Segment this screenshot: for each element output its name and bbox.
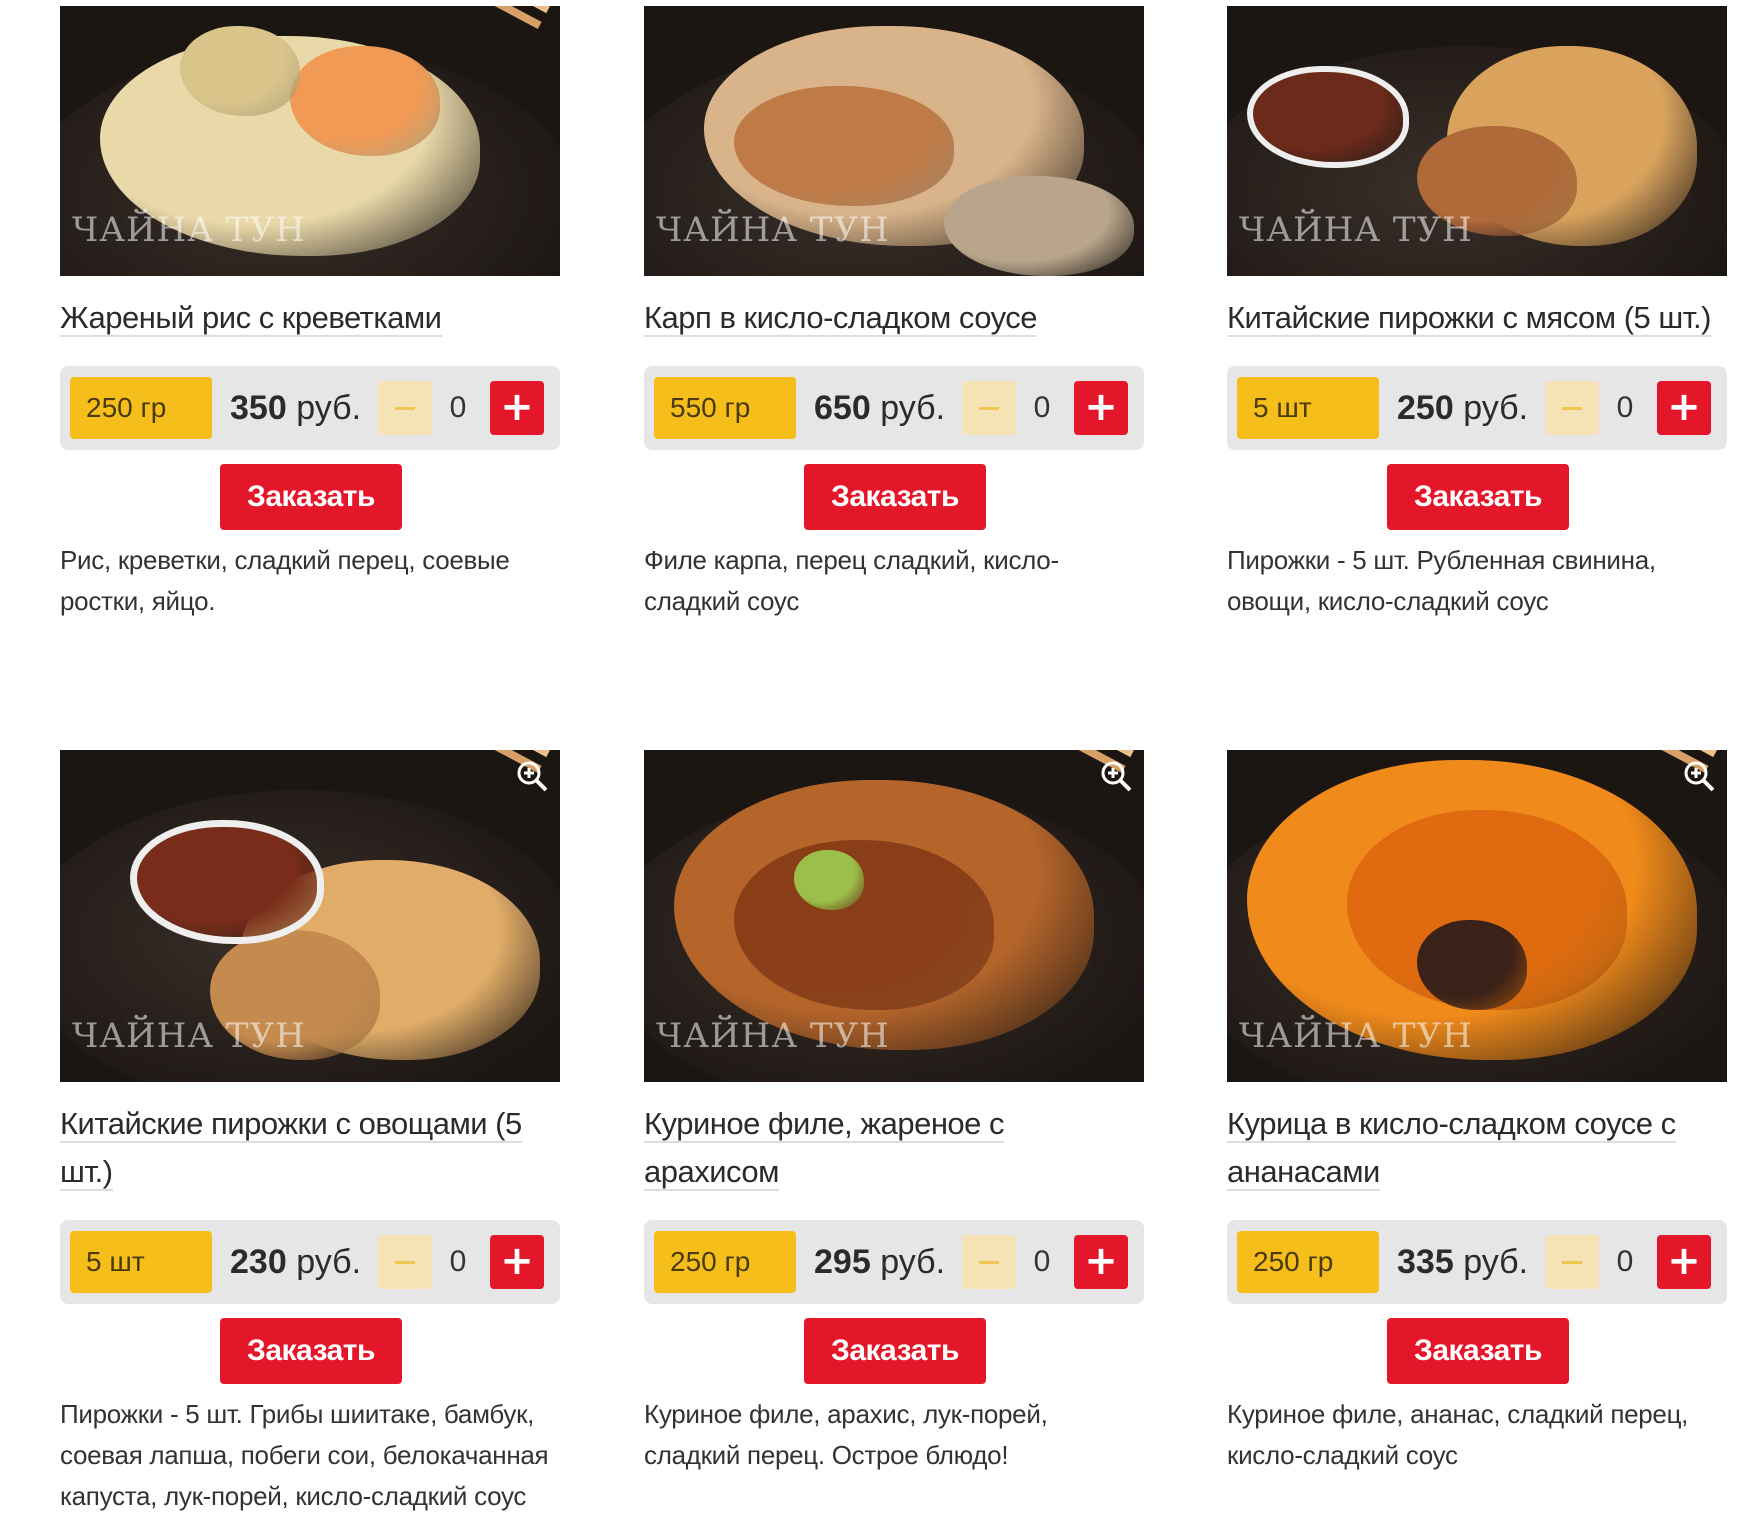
restaurant-logo: ЧАЙНА ТУН bbox=[72, 1016, 306, 1056]
quantity-value[interactable]: 0 bbox=[1016, 381, 1068, 435]
order-button[interactable]: Заказать bbox=[804, 464, 986, 530]
product-card: ЧАЙНА ТУН Жареный рис с креветками 250 г… bbox=[60, 6, 560, 616]
product-description: Пирожки - 5 шт. Грибы шиитаке, бамбук, с… bbox=[60, 1399, 549, 1511]
price-currency: руб. bbox=[880, 1243, 946, 1281]
zoom-icon[interactable] bbox=[1098, 758, 1134, 794]
product-card: ЧАЙНА ТУН Китайские пирожки с овощами (5… bbox=[60, 750, 560, 1511]
price-currency: руб. bbox=[1463, 389, 1529, 427]
decrease-quantity-button[interactable] bbox=[1545, 381, 1599, 435]
price-value: 350 bbox=[230, 389, 287, 427]
product-description: Филе карпа, перец сладкий, кисло-сладкий… bbox=[644, 545, 1059, 616]
order-button[interactable]: Заказать bbox=[1387, 464, 1569, 530]
price-bar: 5 шт 230 руб. 0 + bbox=[60, 1220, 560, 1304]
product-photo[interactable]: ЧАЙНА ТУН bbox=[1227, 6, 1727, 276]
product-description: Рис, креветки, сладкий перец, соевые рос… bbox=[60, 545, 510, 616]
price: 650 руб. bbox=[814, 377, 945, 439]
price: 230 руб. bbox=[230, 1231, 361, 1293]
food-image bbox=[794, 850, 864, 910]
order-button[interactable]: Заказать bbox=[1387, 1318, 1569, 1384]
restaurant-logo: ЧАЙНА ТУН bbox=[656, 1016, 890, 1056]
product-title-wrap: Китайские пирожки с овощами (5 шт.) bbox=[60, 1100, 530, 1196]
increase-quantity-button[interactable]: + bbox=[1074, 381, 1128, 435]
product-card: ЧАЙНА ТУН Куриное филе, жареное с арахис… bbox=[644, 750, 1144, 1470]
product-title[interactable]: Карп в кисло-сладком соусе bbox=[644, 300, 1038, 337]
product-card: ЧАЙНА ТУН Китайские пирожки с мясом (5 ш… bbox=[1227, 6, 1727, 616]
product-title-wrap: Жареный рис с креветками bbox=[60, 294, 560, 344]
price-bar: 250 гр 350 руб. 0 + bbox=[60, 366, 560, 450]
price-currency: руб. bbox=[880, 389, 946, 427]
price-currency: руб. bbox=[296, 1243, 362, 1281]
product-title[interactable]: Китайские пирожки с овощами (5 шт.) bbox=[60, 1106, 522, 1191]
product-card: ЧАЙНА ТУН Курица в кисло-сладком соусе с… bbox=[1227, 750, 1727, 1470]
price-bar: 5 шт 250 руб. 0 + bbox=[1227, 366, 1727, 450]
decrease-quantity-button[interactable] bbox=[962, 1235, 1016, 1289]
price: 335 руб. bbox=[1397, 1231, 1528, 1293]
product-card: ЧАЙНА ТУН Карп в кисло-сладком соусе 550… bbox=[644, 6, 1144, 616]
restaurant-logo: ЧАЙНА ТУН bbox=[656, 210, 890, 250]
increase-quantity-button[interactable]: + bbox=[1657, 1235, 1711, 1289]
weight-badge: 250 гр bbox=[654, 1231, 796, 1293]
price-value: 650 bbox=[814, 389, 871, 427]
product-title[interactable]: Жареный рис с креветками bbox=[60, 300, 442, 337]
product-title[interactable]: Курица в кисло-сладком соусе с ананасами bbox=[1227, 1106, 1676, 1191]
price: 350 руб. bbox=[230, 377, 361, 439]
order-button[interactable]: Заказать bbox=[804, 1318, 986, 1384]
product-description: Пирожки - 5 шт. Рубленная свинина, овощи… bbox=[1227, 545, 1656, 616]
decrease-quantity-button[interactable] bbox=[962, 381, 1016, 435]
decrease-quantity-button[interactable] bbox=[1545, 1235, 1599, 1289]
increase-quantity-button[interactable]: + bbox=[1074, 1235, 1128, 1289]
price-bar: 250 гр 335 руб. 0 + bbox=[1227, 1220, 1727, 1304]
restaurant-logo: ЧАЙНА ТУН bbox=[72, 210, 306, 250]
quantity-value[interactable]: 0 bbox=[432, 1235, 484, 1289]
zoom-icon[interactable] bbox=[514, 758, 550, 794]
increase-quantity-button[interactable]: + bbox=[1657, 381, 1711, 435]
restaurant-logo: ЧАЙНА ТУН bbox=[1239, 210, 1473, 250]
product-title[interactable]: Китайские пирожки с мясом (5 шт.) bbox=[1227, 300, 1711, 337]
price: 250 руб. bbox=[1397, 377, 1528, 439]
price-value: 250 bbox=[1397, 389, 1454, 427]
product-title[interactable]: Куриное филе, жареное с арахисом bbox=[644, 1106, 1005, 1191]
quantity-value[interactable]: 0 bbox=[432, 381, 484, 435]
product-title-wrap: Куриное филе, жареное с арахисом bbox=[644, 1100, 1144, 1196]
chopsticks-image bbox=[980, 750, 1134, 758]
product-photo[interactable]: ЧАЙНА ТУН bbox=[60, 750, 560, 1082]
increase-quantity-button[interactable]: + bbox=[490, 1235, 544, 1289]
product-title-wrap: Курица в кисло-сладком соусе с ананасами bbox=[1227, 1100, 1697, 1196]
weight-badge: 250 гр bbox=[1237, 1231, 1379, 1293]
product-photo[interactable]: ЧАЙНА ТУН bbox=[60, 6, 560, 276]
zoom-icon[interactable] bbox=[1681, 758, 1717, 794]
price-bar: 550 гр 650 руб. 0 + bbox=[644, 366, 1144, 450]
product-title-wrap: Карп в кисло-сладком соусе bbox=[644, 294, 1144, 344]
decrease-quantity-button[interactable] bbox=[378, 1235, 432, 1289]
product-photo[interactable]: ЧАЙНА ТУН bbox=[1227, 750, 1727, 1082]
price-currency: руб. bbox=[296, 389, 362, 427]
weight-badge: 550 гр bbox=[654, 377, 796, 439]
price: 295 руб. bbox=[814, 1231, 945, 1293]
price-value: 295 bbox=[814, 1243, 871, 1281]
price-value: 230 bbox=[230, 1243, 287, 1281]
weight-badge: 5 шт bbox=[70, 1231, 212, 1293]
quantity-value[interactable]: 0 bbox=[1016, 1235, 1068, 1289]
weight-badge: 250 гр bbox=[70, 377, 212, 439]
weight-badge: 5 шт bbox=[1237, 377, 1379, 439]
increase-quantity-button[interactable]: + bbox=[490, 381, 544, 435]
order-button[interactable]: Заказать bbox=[220, 1318, 402, 1384]
price-value: 335 bbox=[1397, 1243, 1454, 1281]
restaurant-logo: ЧАЙНА ТУН bbox=[1239, 1016, 1473, 1056]
decrease-quantity-button[interactable] bbox=[378, 381, 432, 435]
price-bar: 250 гр 295 руб. 0 + bbox=[644, 1220, 1144, 1304]
chopsticks-image bbox=[396, 6, 550, 14]
product-title-wrap: Китайские пирожки с мясом (5 шт.) bbox=[1227, 294, 1727, 344]
product-photo[interactable]: ЧАЙНА ТУН bbox=[644, 6, 1144, 276]
product-grid: ЧАЙНА ТУН Жареный рис с креветками 250 г… bbox=[0, 0, 1759, 1525]
product-description: Куриное филе, арахис, лук-порей, сладкий… bbox=[644, 1399, 1048, 1470]
price-currency: руб. bbox=[1463, 1243, 1529, 1281]
chopsticks-image bbox=[1563, 750, 1717, 758]
product-description: Куриное филе, ананас, сладкий перец, кис… bbox=[1227, 1399, 1689, 1470]
chopsticks-image bbox=[396, 750, 550, 758]
quantity-value[interactable]: 0 bbox=[1599, 1235, 1651, 1289]
order-button[interactable]: Заказать bbox=[220, 464, 402, 530]
product-photo[interactable]: ЧАЙНА ТУН bbox=[644, 750, 1144, 1082]
quantity-value[interactable]: 0 bbox=[1599, 381, 1651, 435]
